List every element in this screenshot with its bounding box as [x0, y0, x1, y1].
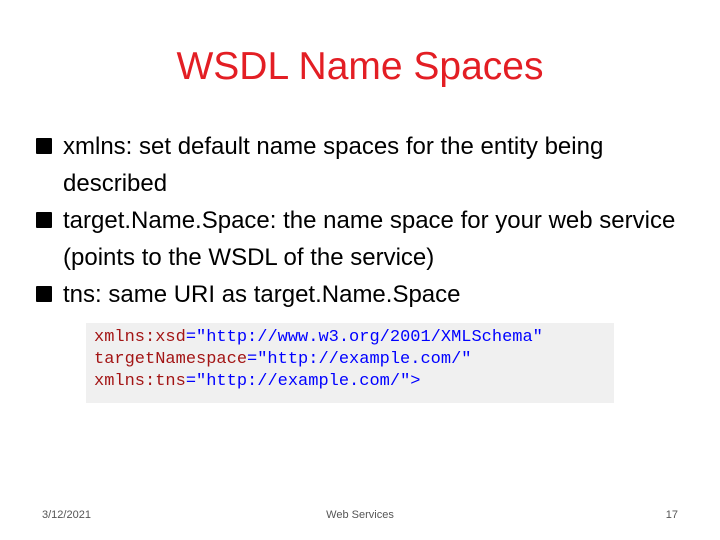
bullet-square-icon	[36, 212, 52, 228]
bullet-item: tns: same URI as target.Name.Space	[32, 276, 692, 313]
bullet-item: target.Name.Space: the name space for yo…	[32, 202, 692, 276]
code-equals: =	[185, 372, 197, 391]
code-attribute: xmlns:tns	[94, 372, 186, 391]
code-value: "http://example.com/"	[257, 350, 472, 369]
bullet-text: : same URI as target.Name.Space	[95, 281, 461, 308]
bullet-term: xmlns	[63, 133, 126, 160]
slide-number: 17	[665, 509, 678, 521]
code-equals: =	[185, 328, 197, 347]
code-equals: =	[247, 350, 258, 369]
slide-title: WSDL Name Spaces	[176, 45, 544, 88]
code-attribute: xmlns:xsd	[94, 328, 186, 347]
footer-center-text: Web Services	[326, 509, 394, 521]
bullet-list: xmlns: set default name spaces for the e…	[32, 128, 692, 313]
code-line: targetNamespace="http://example.com/"	[94, 349, 606, 371]
code-line: xmlns:xsd="http://www.w3.org/2001/XMLSch…	[94, 327, 606, 349]
bullet-text: : set default name spaces for the entity…	[63, 133, 604, 197]
bullet-square-icon	[36, 138, 52, 154]
bullet-item: xmlns: set default name spaces for the e…	[32, 128, 692, 202]
bullet-term: tns	[63, 281, 96, 308]
code-line: xmlns:tns="http://example.com/">	[94, 371, 606, 393]
bullet-square-icon	[36, 286, 52, 302]
code-value: "http://www.w3.org/2001/XMLSchema"	[196, 328, 543, 347]
code-value: "http://example.com/">	[196, 372, 421, 391]
code-snippet: xmlns:xsd="http://www.w3.org/2001/XMLSch…	[86, 323, 614, 403]
code-attribute: targetNamespace	[94, 350, 248, 369]
bullet-term: target.Name.Space	[63, 207, 270, 234]
